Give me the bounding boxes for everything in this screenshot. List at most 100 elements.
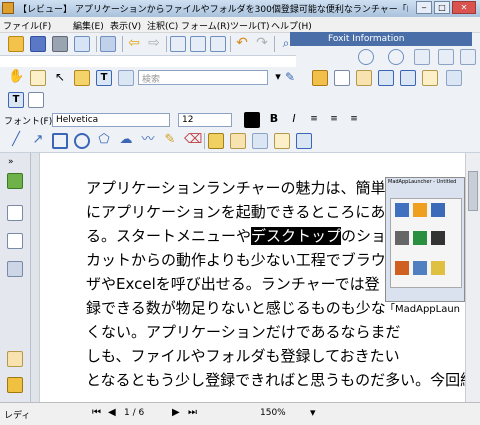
copy-icon[interactable] [170,36,186,52]
hand-tool-icon[interactable]: ✋ [8,70,24,86]
vertical-scrollbar[interactable] [465,153,480,402]
line-icon[interactable]: ╱ [8,133,24,149]
undo-icon[interactable]: ↶ [234,36,250,52]
search-placeholder: 検索 [142,75,161,85]
highlight-icon[interactable] [422,70,438,86]
menu-edit[interactable]: 編集(E) [73,19,104,32]
last-page-icon[interactable]: ⏭ [188,407,197,418]
forward-arrow-icon[interactable]: ⇨ [146,36,162,52]
comments-icon[interactable] [7,233,23,249]
selected-text[interactable]: デスクトップ [251,227,342,245]
clip-icon[interactable] [312,70,328,86]
eraser-icon[interactable]: ⌫ [184,133,202,149]
launcher-tile-icon [395,231,409,245]
find-icon[interactable] [118,70,134,86]
bookmarks-icon[interactable] [7,173,23,189]
menu-bar: ファイル(F) 編集(E) 表示(V) 注釈(C) フォーム(R) ツール(T)… [0,17,480,33]
line-3-start: る。スタートメニューや [86,227,252,245]
polygon-icon[interactable]: ⬠ [96,133,112,149]
font-size-value: 12 [182,115,194,125]
pencil-draw-icon[interactable]: ✎ [162,133,178,149]
strikeout-icon[interactable] [296,133,312,149]
align-left-icon[interactable]: ≡ [306,112,322,128]
zoom-out-icon[interactable] [358,49,374,65]
launcher-tile-icon [431,203,445,217]
toolbar-tools: ✋ ↖ T 検索 ▾ ✎ [0,67,480,90]
italic-icon[interactable]: I [286,112,302,128]
redo-icon[interactable]: ↷ [254,36,270,52]
rectangle-icon[interactable] [52,133,68,149]
zoom-level[interactable]: 150% [260,408,286,418]
layers-icon[interactable] [7,261,23,277]
email-icon[interactable] [74,36,90,52]
ellipse-icon[interactable] [74,133,90,149]
status-bar: レディ ⏮ ◀ 1 / 6 ▶ ⏭ 150% ▾ [0,402,480,425]
bold-icon[interactable]: B [266,112,282,128]
menu-tools[interactable]: ツール(T) [230,19,270,32]
doc-icon[interactable] [334,70,350,86]
select-text-icon[interactable] [30,70,46,86]
typewriter-icon[interactable]: T [96,70,112,86]
menu-help[interactable]: ヘルプ(H) [271,19,312,32]
maximize-button[interactable]: □ [434,1,450,14]
launcher-tile-icon [431,261,445,275]
page-indicator[interactable]: 1 / 6 [124,408,144,418]
foxit-information-bar[interactable]: Foxit Information [290,32,472,46]
collapse-panel-icon[interactable]: » [8,157,14,167]
search-input[interactable]: 検索 [138,70,268,85]
attach-icon[interactable] [208,133,224,149]
polyline-icon[interactable]: 〰 [140,133,156,149]
font-size-select[interactable]: 12 [178,113,232,127]
zoom-dropdown-icon[interactable]: ▾ [310,406,316,419]
close-button[interactable]: ✕ [452,1,476,14]
app-icon [2,2,14,14]
align-right-icon[interactable]: ≡ [346,112,362,128]
snapshot-tool-icon[interactable] [74,70,90,86]
note-icon[interactable] [356,70,372,86]
underline-icon[interactable] [274,133,290,149]
launcher-tile-icon [413,203,427,217]
zoom-in-icon[interactable] [388,49,404,65]
sticky-note-icon[interactable] [230,133,246,149]
arrow-icon[interactable]: ↗ [30,133,46,149]
pages-icon[interactable] [7,205,23,221]
fit-width-icon[interactable] [460,49,476,65]
page-gutter [31,153,39,402]
attachments-icon[interactable] [7,377,23,393]
first-page-icon[interactable]: ⏮ [92,407,101,418]
menu-form[interactable]: フォーム(R) [181,19,230,32]
prev-page-icon[interactable]: ◀ [108,407,116,418]
print-icon[interactable] [52,36,68,52]
snapshot-icon[interactable] [210,36,226,52]
open-icon[interactable] [8,36,24,52]
launcher-tile-icon [395,261,409,275]
text-tool-icon[interactable]: T [8,92,24,108]
menu-annotate[interactable]: 注釈(C) [147,19,178,32]
minimize-button[interactable]: ‒ [416,1,432,14]
text-color-icon[interactable] [244,112,260,128]
page-icon[interactable] [28,92,44,108]
menu-view[interactable]: 表示(V) [110,19,141,32]
nav-pane-icon[interactable] [100,36,116,52]
cloud-icon[interactable]: ☁ [118,133,134,149]
toolbar-extra: T [0,89,480,111]
scrollbar-thumb[interactable] [468,171,478,211]
menu-file[interactable]: ファイル(F) [3,19,51,32]
rotate-icon[interactable] [438,49,454,65]
next-page-icon[interactable]: ▶ [172,407,180,418]
stamp-icon[interactable] [446,70,462,86]
notes-panel-icon[interactable] [7,351,23,367]
page-fit-icon[interactable] [414,49,430,65]
measure-icon[interactable] [252,133,268,149]
callout-icon[interactable] [400,70,416,86]
paste-icon[interactable] [190,36,206,52]
paragraph-line-5: ザやExcelを呼び出せる。ランチャーでは登 [86,275,380,293]
font-select[interactable]: Helvetica [52,113,170,127]
select-arrow-icon[interactable]: ↖ [52,70,68,86]
textbox-icon[interactable] [378,70,394,86]
align-center-icon[interactable]: ≡ [326,112,342,128]
pencil-icon[interactable]: ✎ [282,70,298,86]
paragraph-line-3: る。スタートメニューやデスクトップのショート [86,224,416,248]
save-icon[interactable] [30,36,46,52]
back-arrow-icon[interactable]: ⇦ [126,36,142,52]
